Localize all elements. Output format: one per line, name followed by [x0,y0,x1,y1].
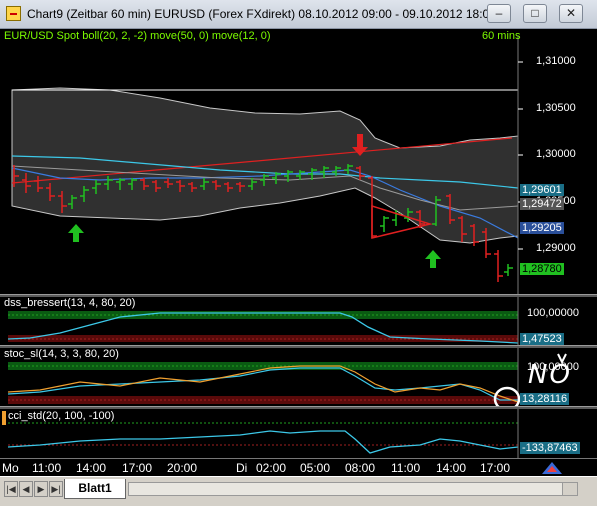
chart-window: Chart9 (Zeitbar 60 min) EURUSD (Forex FX… [0,0,597,506]
dss-pane-label: dss_bressert(13, 4, 80, 20) [4,297,136,309]
boll-mid-value-tag: 1,29472 [520,198,564,210]
stoc-value-tag: 13,28116 [520,393,570,405]
price-pane-label: EUR/USD Spot boll(20, 2, -2) move(50, 0)… [4,30,271,42]
stoc-pane[interactable]: stoc_sl(14, 3, 3, 80, 20) 100,00000 0 13… [0,348,597,408]
scroll-right-button[interactable] [562,483,577,495]
title-bar: Chart9 (Zeitbar 60 min) EURUSD (Forex FX… [0,0,597,29]
time-axis-label: 17:00 [480,461,511,475]
horizontal-scrollbar[interactable] [128,482,578,496]
time-axis-label: 11:00 [32,461,62,475]
last-price-tag: 1,28780 [520,263,564,275]
time-axis-label: 14:00 [436,461,467,475]
time-axis: Mo 11:00 14:00 17:00 20:00 Di 02:00 05:0… [0,458,597,476]
time-axis-label: 08:00 [345,461,376,475]
first-sheet-button[interactable]: |◀ [4,481,18,497]
time-axis-label: 02:00 [256,461,287,475]
minimize-button[interactable]: – [487,4,511,23]
stoc-pane-label: stoc_sl(14, 3, 3, 80, 20) [4,348,119,360]
buy-arrow-icon [68,224,84,242]
buy-arrow-icon [425,250,441,268]
dss-value-tag: 1,47523 [520,333,564,345]
price-axis-tick: 1,30500 [536,102,576,114]
bollinger-band [11,87,519,244]
time-axis-label: Mo [2,461,19,475]
dss-axis-top: 100,00000 [527,307,579,319]
price-axis-tick: 1,31000 [536,55,576,67]
maximize-button[interactable]: □ [523,4,547,23]
handwritten-annotation: NO [528,360,572,390]
time-axis-label: 20:00 [167,461,198,475]
ma12-value-tag: 1,29205 [520,222,564,234]
next-sheet-button[interactable]: ▶ [34,481,48,497]
close-button[interactable]: ✕ [559,4,583,23]
price-axis-tick: 1,30000 [536,148,576,160]
price-axis-tick: 1,29000 [536,242,576,254]
dss-pane[interactable]: dss_bressert(13, 4, 80, 20) 100,00000 0 … [0,297,597,346]
sheet-tab-bar: |◀ ◀ ▶ ▶| Blatt1 [0,476,597,506]
last-sheet-button[interactable]: ▶| [49,481,63,497]
time-axis-label: Di [236,461,248,475]
time-axis-label: 11:00 [391,461,421,475]
price-pane[interactable]: EUR/USD Spot boll(20, 2, -2) move(50, 0)… [0,28,597,295]
time-axis-label: 14:00 [76,461,107,475]
chart-app-icon [6,6,21,21]
cci-pane-label: cci_std(20, 100, -100) [8,410,115,422]
time-axis-label: 17:00 [122,461,153,475]
time-axis-label: 05:00 [300,461,331,475]
sheet-tab-blatt1[interactable]: Blatt1 [64,479,126,499]
ma50-value-tag: 1,29601 [520,184,564,196]
scroll-indicator-icon[interactable] [541,461,563,475]
interval-label: 60 mins [482,30,521,42]
cci-pane[interactable]: cci_std(20, 100, -100) -133,87463 [0,409,597,458]
prev-sheet-button[interactable]: ◀ [19,481,33,497]
cci-value-tag: -133,87463 [520,442,580,454]
window-title: Chart9 (Zeitbar 60 min) EURUSD (Forex FX… [27,7,496,21]
price-chart [11,36,523,295]
